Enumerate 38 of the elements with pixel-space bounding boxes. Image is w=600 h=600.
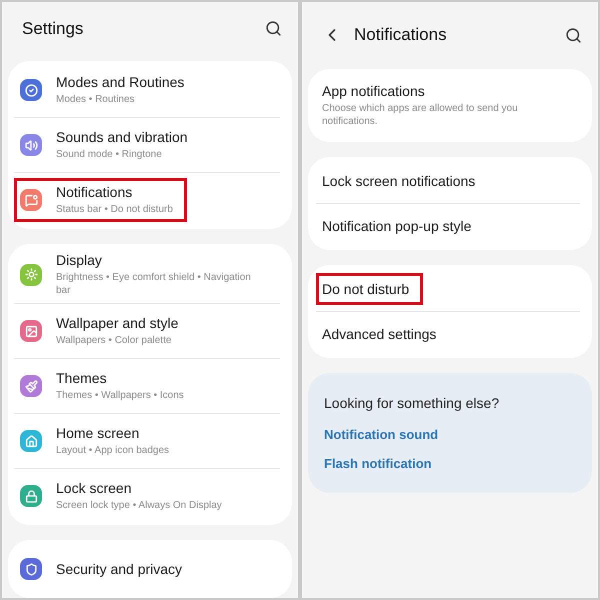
suggestion-link[interactable]: Flash notification <box>308 450 448 479</box>
item-subtitle: Brightness • Eye comfort shield • Navigation bar <box>56 271 252 297</box>
item-subtitle: Wallpapers • Color palette <box>56 334 172 347</box>
settings-item[interactable]: Home screen <box>56 425 170 441</box>
lock-icon <box>20 485 42 507</box>
item-subtitle: Modes • Routines <box>56 93 136 106</box>
settings-item[interactable]: Notification pop-up style <box>322 218 472 234</box>
item-subtitle: Sound mode • Ringtone <box>56 148 163 161</box>
notification-icon <box>20 189 42 211</box>
settings-item[interactable]: Advanced settings <box>322 326 436 342</box>
settings-item[interactable]: Do not disturb <box>322 281 410 297</box>
search-icon[interactable] <box>565 26 582 44</box>
image-icon <box>20 320 42 342</box>
settings-item[interactable]: Sounds and vibration <box>56 129 188 145</box>
item-subtitle: Layout • App icon badges <box>56 444 170 457</box>
settings-item[interactable]: App notifications <box>322 83 566 99</box>
item-subtitle: Screen lock type • Always On Display <box>56 499 222 512</box>
settings-item[interactable]: Wallpaper and style <box>56 315 178 331</box>
screen-title: Settings <box>22 18 84 38</box>
settings-item[interactable]: Lock screen notifications <box>322 173 476 189</box>
screen-title: Notifications <box>354 25 448 45</box>
settings-item[interactable]: Notifications <box>56 184 173 200</box>
settings-item[interactable]: Modes and Routines <box>56 74 184 90</box>
settings-item[interactable]: Lock screen <box>56 480 222 496</box>
search-icon[interactable] <box>265 20 282 37</box>
item-subtitle: Themes • Wallpapers • Icons <box>56 389 184 402</box>
house-icon <box>20 430 42 452</box>
settings-item[interactable]: Display <box>56 252 266 268</box>
suggestions-title: Looking for something else? <box>323 394 500 413</box>
item-subtitle: Choose which apps are allowed to send you notifications. <box>322 102 519 128</box>
paintbrush-icon <box>20 375 42 397</box>
settings-item[interactable]: Security and privacy <box>56 561 182 577</box>
shield-icon <box>20 558 42 580</box>
settings-item[interactable]: Themes <box>56 370 184 386</box>
speaker-icon <box>20 134 42 156</box>
item-subtitle: Status bar • Do not disturb <box>56 203 173 216</box>
sun-icon <box>20 264 42 286</box>
suggestion-link[interactable]: Notification sound <box>308 421 454 450</box>
